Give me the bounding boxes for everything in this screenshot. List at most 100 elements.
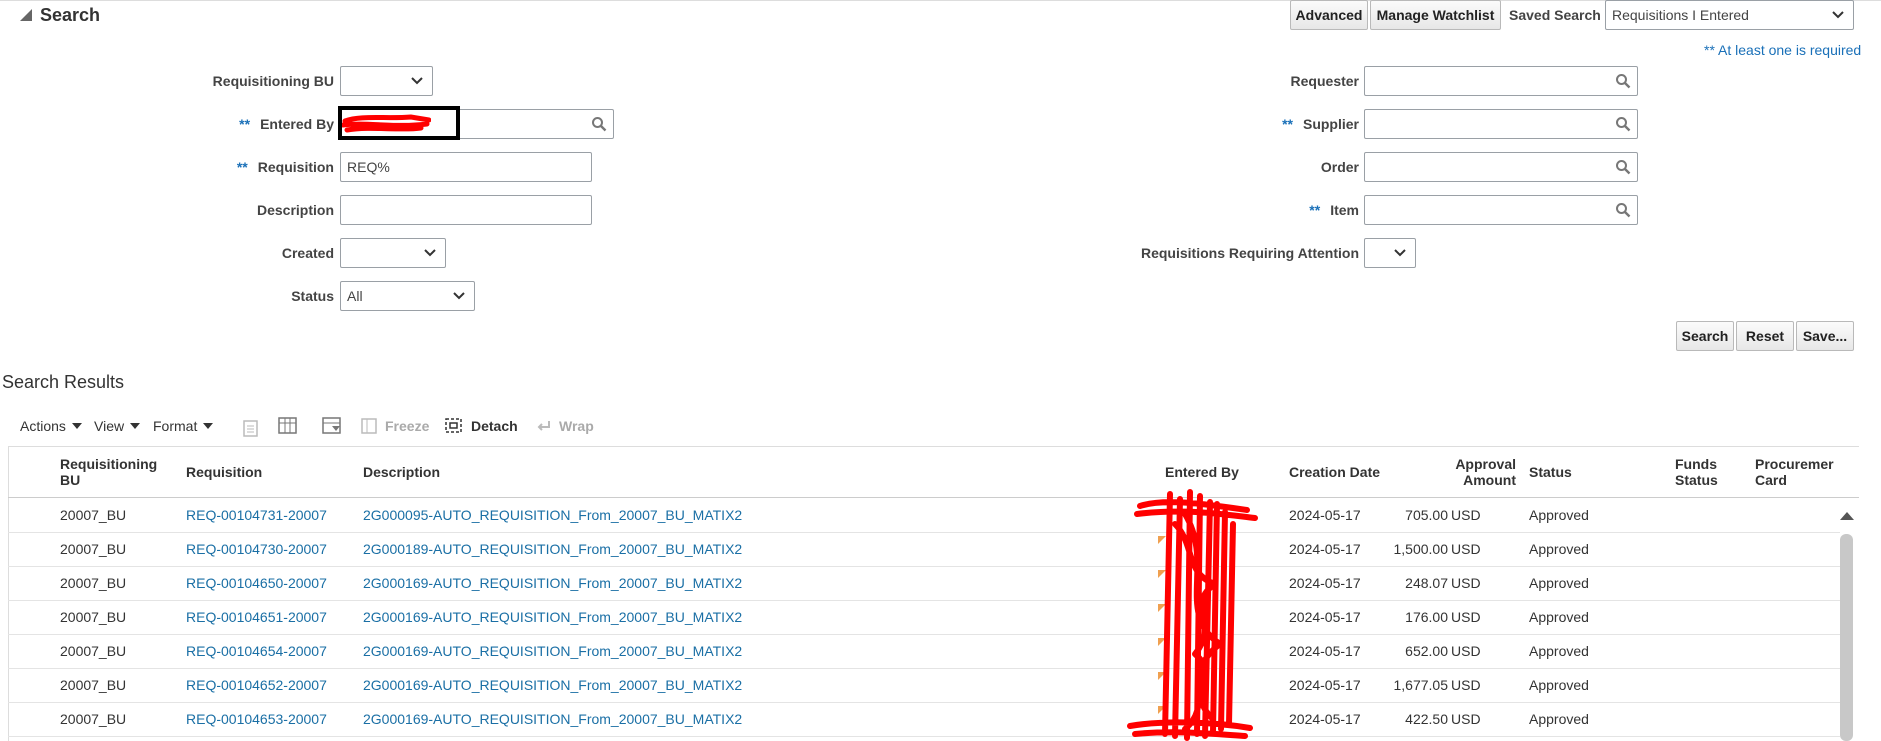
- cell-currency: USD: [1451, 541, 1481, 557]
- cell-status: Approved: [1529, 541, 1589, 557]
- requiring-attention-select[interactable]: [1364, 238, 1416, 268]
- supplier-label: ** Supplier: [1282, 116, 1359, 132]
- search-button[interactable]: Search: [1676, 321, 1734, 351]
- cell-amount: 1,677.05: [1393, 677, 1449, 693]
- entered-by-label: ** Entered By: [239, 116, 334, 132]
- description-link[interactable]: 2G000095-AUTO_REQUISITION_From_20007_BU_…: [363, 507, 742, 523]
- reset-button[interactable]: Reset: [1736, 321, 1794, 351]
- requisitioning-bu-select[interactable]: [340, 66, 433, 96]
- column-header-procurement-card[interactable]: Procuremer Card: [1755, 456, 1841, 488]
- required-note: ** At least one is required: [1704, 42, 1862, 58]
- cell-currency: USD: [1451, 575, 1481, 591]
- cell-status: Approved: [1529, 609, 1589, 625]
- requisition-link[interactable]: REQ-00104652-20007: [186, 677, 327, 693]
- column-header-creation-date[interactable]: Creation Date: [1289, 464, 1380, 480]
- description-link[interactable]: 2G000189-AUTO_REQUISITION_From_20007_BU_…: [363, 541, 742, 557]
- search-icon[interactable]: [1615, 202, 1631, 218]
- item-input[interactable]: [1364, 195, 1638, 225]
- table-row[interactable]: 20007_BU REQ-00104652-20007 2G000169-AUT…: [8, 668, 1840, 703]
- detach-icon: [445, 418, 462, 433]
- created-select[interactable]: [340, 238, 446, 268]
- table-row[interactable]: 20007_BU REQ-00104654-20007 2G000169-AUT…: [8, 634, 1840, 669]
- save-button[interactable]: Save...: [1796, 321, 1854, 351]
- cell-amount: 652.00: [1405, 643, 1448, 659]
- requisition-link[interactable]: REQ-00104651-20007: [186, 609, 327, 625]
- table-row[interactable]: 20007_BU REQ-00104730-20007 2G000189-AUT…: [8, 532, 1840, 567]
- order-input[interactable]: [1364, 152, 1638, 182]
- description-label: Description: [256, 202, 334, 218]
- description-link[interactable]: 2G000169-AUTO_REQUISITION_From_20007_BU_…: [363, 575, 742, 591]
- supplier-input[interactable]: [1364, 109, 1638, 139]
- cell-status: Approved: [1529, 575, 1589, 591]
- requisition-link[interactable]: REQ-00104653-20007: [186, 711, 327, 727]
- item-label: ** Item: [1309, 202, 1359, 218]
- required-marker: **: [239, 116, 251, 132]
- chevron-down-icon: [424, 249, 436, 257]
- manage-watchlist-button[interactable]: Manage Watchlist: [1370, 0, 1501, 30]
- redaction-scribble: [1127, 489, 1258, 741]
- saved-search-select[interactable]: Requisitions I Entered: [1605, 0, 1854, 30]
- column-header-status[interactable]: Status: [1529, 464, 1572, 480]
- view-menu[interactable]: View: [94, 418, 141, 434]
- requisition-link[interactable]: REQ-00104654-20007: [186, 643, 327, 659]
- requisition-link[interactable]: REQ-00104730-20007: [186, 541, 327, 557]
- cell-bu: 20007_BU: [60, 677, 127, 693]
- cell-currency: USD: [1451, 507, 1481, 523]
- cell-bu: 20007_BU: [60, 541, 127, 557]
- requisition-input[interactable]: REQ%: [340, 152, 592, 182]
- table-row[interactable]: 20007_BU REQ-00104651-20007 2G000169-AUT…: [8, 600, 1840, 635]
- format-menu[interactable]: Format: [153, 418, 214, 434]
- vertical-scrollbar-thumb[interactable]: [1840, 534, 1853, 741]
- requisition-link[interactable]: REQ-00104650-20007: [186, 575, 327, 591]
- scroll-up-arrow-icon[interactable]: [1840, 512, 1854, 520]
- table-row[interactable]: 20007_BU REQ-00104650-20007 2G000169-AUT…: [8, 566, 1840, 601]
- cell-amount: 422.50: [1405, 711, 1448, 727]
- detach-button[interactable]: Detach: [445, 418, 518, 434]
- table-row[interactable]: 20007_BU REQ-00104653-20007 2G000169-AUT…: [8, 702, 1840, 737]
- search-icon[interactable]: [1615, 159, 1631, 175]
- wrap-icon: [537, 421, 550, 431]
- saved-search-label: Saved Search: [1509, 7, 1601, 23]
- cell-amount: 248.07: [1405, 575, 1448, 591]
- table-row[interactable]: 20007_BU REQ-00104731-20007 2G000095-AUT…: [8, 498, 1840, 533]
- saved-search-value: Requisitions I Entered: [1612, 7, 1749, 23]
- cell-currency: USD: [1451, 711, 1481, 727]
- cell-status: Approved: [1529, 507, 1589, 523]
- chevron-down-icon: [453, 292, 465, 300]
- advanced-button[interactable]: Advanced: [1290, 0, 1368, 30]
- column-header-bu[interactable]: Requisitioning BU: [60, 456, 170, 488]
- search-icon[interactable]: [1615, 73, 1631, 89]
- order-label: Order: [1320, 159, 1359, 175]
- cell-bu: 20007_BU: [60, 575, 127, 591]
- columns-icon[interactable]: [278, 417, 298, 435]
- table-top-border: [8, 446, 1859, 447]
- actions-menu[interactable]: Actions: [20, 418, 82, 434]
- cell-bu: 20007_BU: [60, 711, 127, 727]
- column-header-approval-amount[interactable]: Approval Amount: [1444, 456, 1516, 488]
- column-header-funds-status[interactable]: Funds Status: [1675, 456, 1725, 488]
- wrap-button[interactable]: Wrap: [535, 418, 594, 434]
- chevron-down-icon: [411, 77, 423, 85]
- column-header-requisition[interactable]: Requisition: [186, 464, 262, 480]
- export-icon[interactable]: [243, 419, 259, 437]
- status-label: Status: [291, 288, 334, 304]
- filter-rows-icon[interactable]: [322, 417, 342, 435]
- description-link[interactable]: 2G000169-AUTO_REQUISITION_From_20007_BU_…: [363, 609, 742, 625]
- cell-amount: 705.00: [1405, 507, 1448, 523]
- collapse-triangle-icon[interactable]: [20, 9, 32, 21]
- status-select[interactable]: All: [340, 281, 475, 311]
- description-link[interactable]: 2G000169-AUTO_REQUISITION_From_20007_BU_…: [363, 711, 742, 727]
- requiring-attention-label: Requisitions Requiring Attention: [1140, 245, 1359, 261]
- column-header-entered-by[interactable]: Entered By: [1165, 464, 1239, 480]
- requisition-link[interactable]: REQ-00104731-20007: [186, 507, 327, 523]
- description-input[interactable]: [340, 195, 592, 225]
- description-link[interactable]: 2G000169-AUTO_REQUISITION_From_20007_BU_…: [363, 677, 742, 693]
- search-icon[interactable]: [591, 116, 607, 132]
- column-header-description[interactable]: Description: [363, 464, 440, 480]
- required-marker: **: [1309, 202, 1321, 218]
- cell-amount: 176.00: [1405, 609, 1448, 625]
- search-icon[interactable]: [1615, 116, 1631, 132]
- description-link[interactable]: 2G000169-AUTO_REQUISITION_From_20007_BU_…: [363, 643, 742, 659]
- freeze-button[interactable]: Freeze: [361, 418, 429, 434]
- requester-input[interactable]: [1364, 66, 1638, 96]
